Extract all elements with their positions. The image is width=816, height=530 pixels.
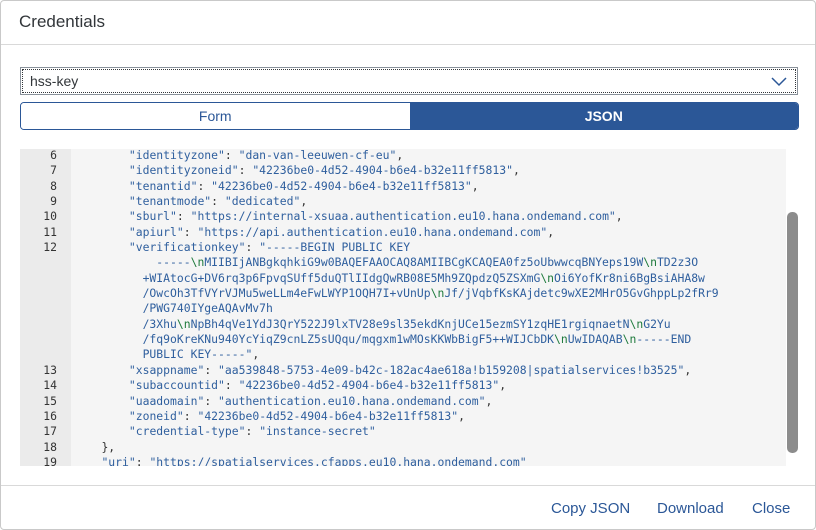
line-number: 17: [43, 424, 57, 439]
code-line: /3Xhu\nNpBh4qVe1YdJ3QrY522J9lxTV28e9sl35…: [20, 317, 786, 332]
code-line: 11 "apiurl": "https://api.authentication…: [20, 225, 786, 240]
line-number: 8: [50, 178, 57, 193]
code-line: /fq9oKreKNu940YcYiqZ9cnLZ5sUQqu/mqgxm1wM…: [20, 332, 786, 347]
code-line: +WIAtocG+DV6rq3p6FpvqSUff5duQTlIIdgQwRB0…: [20, 271, 786, 286]
code-line: 13 "xsappname": "aa539848-5753-4e09-b42c…: [20, 363, 786, 378]
code-line: /OwcOh3TfVYrVJMu5weLLm4eFwLWYP1OQH7I+vUn…: [20, 286, 786, 301]
code-text: PUBLIC KEY-----",: [142, 347, 260, 362]
dialog-footer: Copy JSON Download Close: [1, 485, 815, 529]
code-text: "verificationkey": "-----BEGIN PUBLIC KE…: [128, 240, 411, 255]
dialog-header: Credentials: [1, 1, 815, 45]
credentials-dialog: Credentials hss-key Form JSON 6 "identit…: [0, 0, 816, 530]
code-line: 18 },: [20, 440, 786, 455]
code-text: "subaccountid": "42236be0-4d52-4904-b6e4…: [128, 378, 507, 393]
code-text: /PWG740IYgeAQAvMv7h: [142, 301, 273, 316]
code-text: "tenantmode": "dedicated",: [128, 194, 308, 209]
line-number: 10: [43, 209, 57, 224]
code-text: "xsappname": "aa539848-5753-4e09-b42c-18…: [128, 362, 692, 377]
editor-scrollbar-thumb[interactable]: [787, 212, 798, 453]
code-line: 17 "credential-type": "instance-secret": [20, 424, 786, 439]
form-view-button[interactable]: Form: [21, 103, 410, 129]
line-number: 18: [43, 439, 57, 454]
code-line: 16 "zoneid": "42236be0-4d52-4904-b6e4-b3…: [20, 409, 786, 424]
download-button[interactable]: Download: [657, 500, 724, 517]
code-line: PUBLIC KEY-----",: [20, 347, 786, 362]
code-line: 9 "tenantmode": "dedicated",: [20, 194, 786, 209]
chevron-down-icon[interactable]: [771, 77, 787, 87]
dialog-title: Credentials: [19, 12, 105, 31]
service-key-select-value: hss-key: [30, 73, 79, 89]
code-line: 19 "uri": "https://spatialservices.cfapp…: [20, 455, 786, 466]
line-number: 9: [50, 194, 57, 209]
code-text: "credential-type": "instance-secret": [128, 424, 376, 439]
close-button[interactable]: Close: [752, 500, 790, 517]
code-line: 7 "identityzoneid": "42236be0-4d52-4904-…: [20, 163, 786, 178]
code-line: -----\nMIIBIjANBgkqhkiG9w0BAQEFAAOCAQ8AM…: [20, 255, 786, 270]
code-line: 10 "sburl": "https://internal-xsuaa.auth…: [20, 209, 786, 224]
code-text: "uri": "https://spatialservices.cfapps.e…: [101, 454, 527, 466]
service-key-select[interactable]: hss-key: [20, 67, 798, 95]
line-number: 19: [43, 454, 57, 466]
line-number: 6: [50, 149, 57, 162]
code-text: "zoneid": "42236be0-4d52-4904-b6e4-b32e1…: [128, 408, 465, 423]
code-line: 14 "subaccountid": "42236be0-4d52-4904-b…: [20, 378, 786, 393]
line-number: 12: [43, 240, 57, 255]
code-text: +WIAtocG+DV6rq3p6FpvqSUff5duQTlIIdgQwRB0…: [142, 270, 705, 285]
json-view-button[interactable]: JSON: [409, 103, 798, 129]
line-number: 13: [43, 362, 57, 377]
code-text: "uaadomain": "authentication.eu10.hana.o…: [128, 393, 493, 408]
code-line: 12 "verificationkey": "-----BEGIN PUBLIC…: [20, 240, 786, 255]
code-text: "sburl": "https://internal-xsuaa.authent…: [128, 209, 623, 224]
line-number: 7: [50, 163, 57, 178]
line-number: 11: [43, 224, 57, 239]
code-text: /fq9oKreKNu940YcYiqZ9cnLZ5sUQqu/mqgxm1wM…: [142, 332, 692, 347]
code-line: 15 "uaadomain": "authentication.eu10.han…: [20, 394, 786, 409]
code-text: "identityzone": "dan-van-leeuwen-cf-eu",: [128, 149, 404, 162]
code-line: 6 "identityzone": "dan-van-leeuwen-cf-eu…: [20, 149, 786, 163]
copy-json-button[interactable]: Copy JSON: [551, 500, 630, 517]
code-lines: 6 "identityzone": "dan-van-leeuwen-cf-eu…: [20, 149, 786, 466]
code-line: /PWG740IYgeAQAvMv7h: [20, 301, 786, 316]
code-text: "identityzoneid": "42236be0-4d52-4904-b6…: [128, 163, 520, 178]
code-text: /3Xhu\nNpBh4qVe1YdJ3QrY522J9lxTV28e9sl35…: [142, 316, 671, 331]
line-number: 14: [43, 378, 57, 393]
code-text: },: [101, 439, 116, 454]
code-line: 8 "tenantid": "42236be0-4d52-4904-b6e4-b…: [20, 179, 786, 194]
code-text: /OwcOh3TfVYrVJMu5weLLm4eFwLWYP1OQH7I+vUn…: [142, 286, 719, 301]
code-text: "apiurl": "https://api.authentication.eu…: [128, 224, 555, 239]
json-code-editor[interactable]: 6 "identityzone": "dan-van-leeuwen-cf-eu…: [20, 149, 786, 466]
code-text: -----\nMIIBIjANBgkqhkiG9w0BAQEFAAOCAQ8AM…: [156, 255, 699, 270]
view-toggle: Form JSON: [20, 102, 799, 130]
line-number: 15: [43, 393, 57, 408]
line-number: 16: [43, 408, 57, 423]
code-text: "tenantid": "42236be0-4d52-4904-b6e4-b32…: [128, 178, 479, 193]
